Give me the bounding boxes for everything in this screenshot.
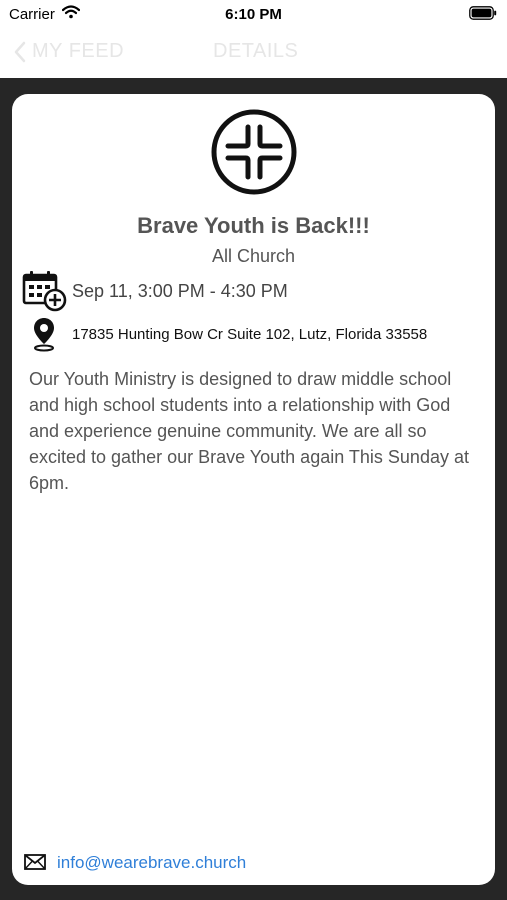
navigation-bar: MY FEED DETAILS — [0, 28, 507, 78]
event-title: Brave Youth is Back!!! — [137, 213, 370, 238]
event-datetime: Sep 11, 3:00 PM - 4:30 PM — [72, 281, 288, 301]
event-description: Our Youth Ministry is designed to draw m… — [29, 369, 469, 493]
church-logo — [211, 109, 297, 195]
back-button[interactable]: MY FEED — [14, 40, 124, 63]
mail-icon — [24, 854, 46, 870]
back-label: MY FEED — [32, 40, 125, 62]
contact-email-link[interactable]: info@wearebrave.church — [57, 853, 246, 873]
nav-title: DETAILS — [213, 40, 299, 62]
chevron-left-icon — [14, 41, 26, 62]
event-audience: All Church — [211, 246, 296, 266]
calendar-add-icon[interactable] — [22, 269, 68, 313]
battery-icon — [469, 6, 497, 20]
status-time: 6:10 PM — [225, 6, 282, 23]
status-bar: Carrier 6:10 PM — [0, 0, 507, 28]
event-address[interactable]: 17835 Hunting Bow Cr Suite 102, Lutz, Fl… — [72, 326, 427, 343]
event-card: Brave Youth is Back!!! All Church Sep 11… — [12, 94, 495, 885]
location-pin-icon — [34, 318, 54, 352]
